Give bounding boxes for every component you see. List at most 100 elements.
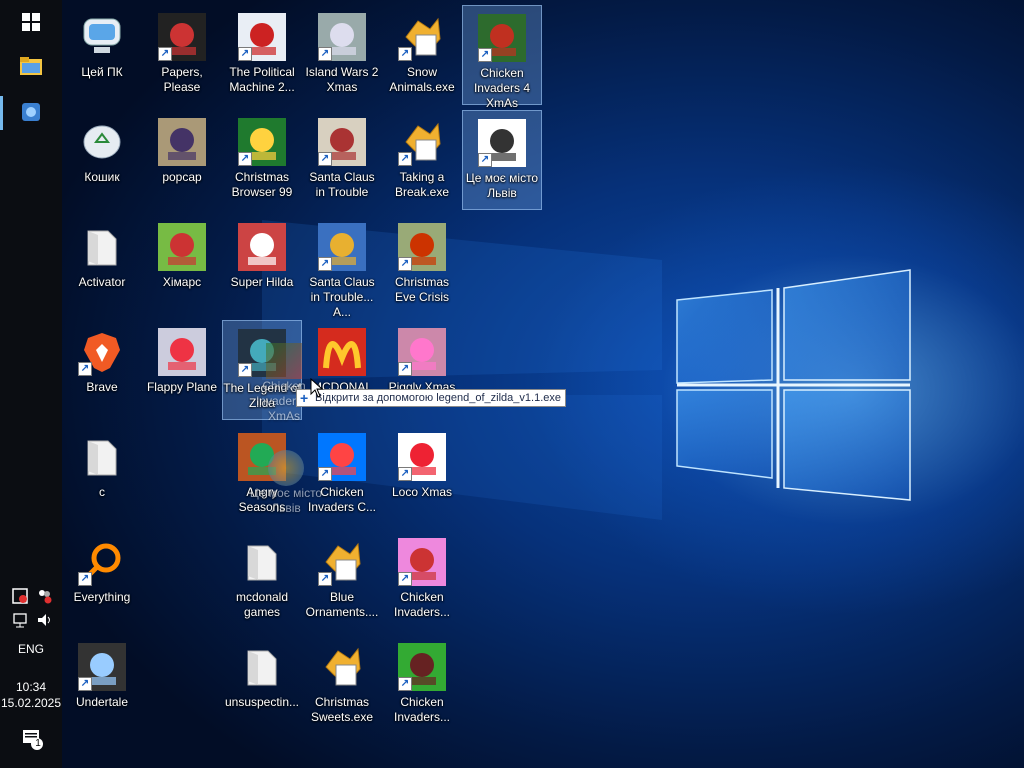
drag-tooltip: + Відкрити за допомогою legend_of_zilda_… — [296, 389, 566, 407]
shortcut-arrow-icon: ↗ — [398, 572, 412, 586]
desktop-icon[interactable]: ↗ Christmas Eve Crisis — [382, 215, 462, 315]
taskbar: ENG 10:34 15.02.2025 1 — [0, 0, 62, 768]
shortcut-arrow-icon: ↗ — [398, 467, 412, 481]
desktop-icon-label: Flappy Plane — [146, 380, 218, 394]
recycle-bin-icon — [78, 118, 126, 166]
desktop-icon-label: Christmas Sweets.exe — [310, 695, 374, 724]
volume-icon[interactable] — [36, 612, 52, 633]
desktop-icon-label: Це моє місто Львів — [465, 171, 539, 200]
search-app-icon: ↗ — [78, 538, 126, 586]
shortcut-arrow-icon: ↗ — [78, 572, 92, 586]
desktop-icon-label: The Political Machine 2... — [229, 65, 295, 94]
desktop-icon[interactable]: Super Hilda — [222, 215, 302, 315]
game-icon: ↗ — [398, 643, 446, 691]
shortcut-arrow-icon: ↗ — [78, 677, 92, 691]
desktop-icon[interactable]: ↗ Chicken Invaders 4 XmAs — [462, 5, 542, 110]
shortcut-arrow-icon: ↗ — [238, 47, 252, 61]
desktop-icon[interactable]: ↗ Christmas Browser 99 — [222, 110, 302, 210]
mcdonalds-icon — [318, 328, 366, 376]
game-icon — [238, 223, 286, 271]
desktop-icon-label: Chicken Invaders... — [393, 695, 451, 724]
desktop-icon[interactable]: ↗ The Political Machine 2... — [222, 5, 302, 105]
desktop-icon[interactable]: ↗ Brave — [62, 320, 142, 420]
desktop-icon[interactable]: Flappy Plane — [142, 320, 222, 420]
start-button[interactable] — [0, 0, 62, 44]
desktop-icon[interactable]: ↗ Це моє місто Львів — [462, 110, 542, 210]
drag-ghost-lviv: Це моє місто Львів — [246, 450, 326, 516]
action-center-button[interactable]: 1 — [22, 728, 44, 755]
shortcut-arrow-icon: ↗ — [478, 153, 492, 167]
desktop-icon-label: Activator — [78, 275, 126, 289]
desktop-icon[interactable]: ↗ Island Wars 2 Xmas — [302, 5, 382, 105]
desktop-icon[interactable]: ↗ Everything — [62, 530, 142, 630]
clock-time[interactable]: 10:34 — [0, 680, 62, 694]
folder-icon — [20, 57, 42, 75]
desktop-icon[interactable]: ↗ Santa Claus in Trouble... A... — [302, 215, 382, 319]
folder-icon — [78, 433, 126, 481]
clock-date[interactable]: 15.02.2025 — [0, 696, 62, 710]
desktop-icon-label: Santa Claus in Trouble... A... — [309, 275, 375, 319]
desktop-icon-label: Chicken Invaders 4 XmAs — [473, 66, 531, 110]
game-icon: ↗ — [398, 538, 446, 586]
shortcut-arrow-icon: ↗ — [318, 257, 332, 271]
desktop-icon[interactable]: ↗ Papers, Please — [142, 5, 222, 105]
pinned-app-button[interactable] — [0, 90, 62, 134]
desktop-icon-label: Taking a Break.exe — [394, 170, 450, 199]
drag-tooltip-text: Відкрити за допомогою legend_of_zilda_v1… — [315, 392, 561, 404]
desktop-icon-label: popcap — [162, 170, 202, 184]
desktop-icon[interactable]: ↗ Undertale — [62, 635, 142, 735]
file-explorer-button[interactable] — [0, 44, 62, 88]
language-indicator[interactable]: ENG — [0, 642, 62, 656]
windows-logo-icon — [22, 13, 40, 31]
folder-icon — [238, 538, 286, 586]
shortcut-arrow-icon: ↗ — [78, 362, 92, 376]
desktop-icon[interactable]: Activator — [62, 215, 142, 315]
folder-icon — [78, 223, 126, 271]
desktop-icon-label: Santa Claus in Trouble — [309, 170, 375, 199]
desktop-icon[interactable]: ↗ Taking a Break.exe — [382, 110, 462, 210]
desktop-icon[interactable]: ↗ Loco Xmas — [382, 425, 462, 525]
desktop-icon-label: mcdonald games — [235, 590, 289, 619]
desktop-icon[interactable]: ↗ Chicken Invaders... — [382, 530, 462, 630]
network-icon[interactable] — [12, 612, 28, 633]
game-icon: ↗ — [158, 13, 206, 61]
game-icon: ↗ — [318, 223, 366, 271]
desktop-icon-label: Christmas Browser 99 — [231, 170, 293, 199]
desktop-icon-label: Papers, Please — [161, 65, 203, 94]
desktop-icon-label: Кошик — [84, 170, 120, 184]
shortcut-arrow-icon: ↗ — [318, 152, 332, 166]
desktop-icon-label: Super Hilda — [230, 275, 294, 289]
desktop-icon[interactable]: ↗ Santa Claus in Trouble — [302, 110, 382, 210]
game-icon: ↗ — [318, 13, 366, 61]
desktop-icon[interactable]: popcap — [142, 110, 222, 210]
desktop-icon-label: unsuspectin... — [224, 695, 300, 709]
shortcut-arrow-icon: ↗ — [398, 47, 412, 61]
exe-icon: ↗ — [398, 118, 446, 166]
desktop-icon[interactable]: unsuspectin... — [222, 635, 302, 735]
desktop-icon-label: c — [99, 485, 105, 499]
desktop-icon[interactable]: Хімарс — [142, 215, 222, 315]
game-icon: ↗ — [78, 643, 126, 691]
desktop-icon-label: Chicken Invaders... — [393, 590, 451, 619]
people-icon[interactable] — [36, 588, 52, 609]
game-icon: ↗ — [398, 433, 446, 481]
shortcut-arrow-icon: ↗ — [318, 572, 332, 586]
desktop-icon[interactable]: Christmas Sweets.exe — [302, 635, 382, 735]
game-icon — [158, 118, 206, 166]
defender-icon[interactable] — [12, 588, 28, 609]
folder-icon — [238, 643, 286, 691]
desktop-icon[interactable]: Кошик — [62, 110, 142, 210]
desktop-icon-label: Loco Xmas — [391, 485, 453, 499]
exe-icon — [318, 643, 366, 691]
app-icon — [22, 103, 40, 121]
desktop-icon[interactable]: ↗ Chicken Invaders... — [382, 635, 462, 735]
desktop-icon-label: Undertale — [75, 695, 129, 709]
desktop-icon[interactable]: ↗ Snow Animals.exe — [382, 5, 462, 105]
desktop-icon[interactable]: ↗ Blue Ornaments.... — [302, 530, 382, 630]
desktop-icon[interactable]: mcdonald games — [222, 530, 302, 630]
desktop-icon[interactable]: Цей ПК — [62, 5, 142, 105]
desktop-icon[interactable]: c — [62, 425, 142, 525]
mouse-cursor-icon — [310, 378, 324, 398]
notification-count: 1 — [35, 738, 41, 749]
game-icon: ↗ — [238, 13, 286, 61]
